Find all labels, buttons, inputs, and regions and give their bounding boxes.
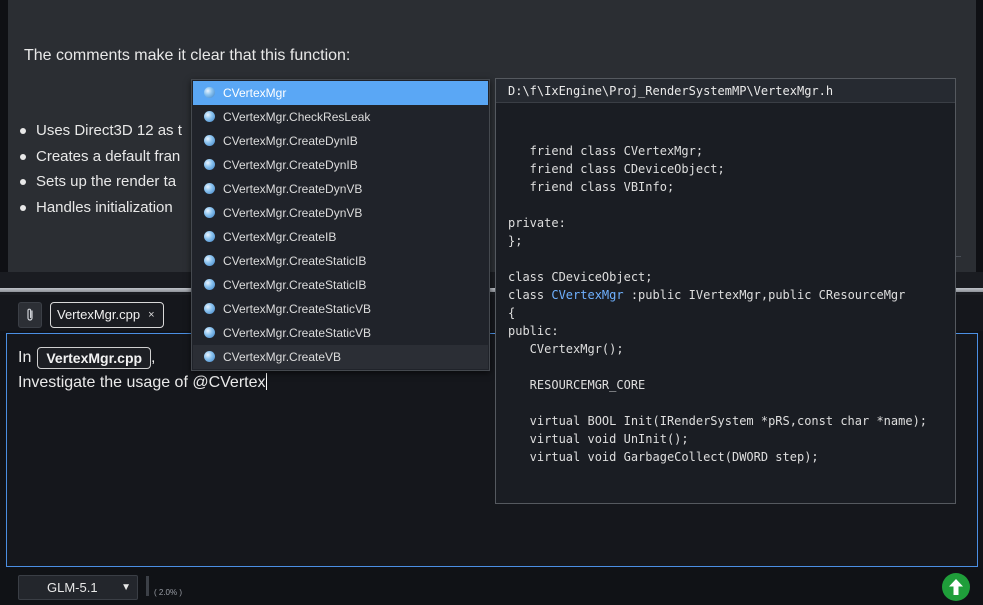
autocomplete-item[interactable]: CVertexMgr [193,81,488,105]
input-text: Investigate the usage of @CVertex [18,374,266,391]
autocomplete-item[interactable]: CVertexMgr.CreateStaticIB [193,273,488,297]
input-line-1: In VertexMgr.cpp , [18,347,156,369]
autocomplete-item[interactable]: CVertexMgr.CreateStaticIB [193,249,488,273]
attach-button[interactable] [18,302,42,328]
message-bullet-list: Uses Direct3D 12 as t Creates a default … [16,120,182,222]
code-line: class CVertexMgr :public IVertexMgr,publ… [508,288,906,302]
bullet-item: Creates a default fran [16,146,182,172]
autocomplete-item-label: CVertexMgr.CreateDynVB [223,182,363,196]
autocomplete-item-label: CVertexMgr.CreateStaticVB [223,326,372,340]
autocomplete-item[interactable]: CVertexMgr.CreateDynVB [193,201,488,225]
symbol-class-icon [204,303,215,314]
paperclip-icon [27,308,33,321]
code-line: class CDeviceObject; [508,270,653,284]
bullet-item: Handles initialization [16,197,182,223]
input-text: In [18,349,32,366]
code-line: friend class VBInfo; [508,180,675,194]
definition-preview: D:\f\IxEngine\Proj_RenderSystemMP\Vertex… [495,78,956,504]
code-line: virtual void UnInit(); [508,432,689,446]
code-line: RESOURCEMGR_CORE [508,378,646,392]
input-text: , [151,349,156,366]
code-line: virtual void GarbageCollect(DWORD step); [508,450,819,464]
code-line: friend class CDeviceObject; [508,162,725,176]
symbol-class-icon [204,327,215,338]
autocomplete-item-label: CVertexMgr.CreateDynVB [223,206,363,220]
symbol-class-icon [204,111,215,122]
code-line: friend class CVertexMgr; [508,144,704,158]
code-line: { [508,306,516,320]
symbol-class-icon [204,231,215,242]
close-icon[interactable]: × [148,303,154,327]
autocomplete-item[interactable]: CVertexMgr.CreateVB [193,345,488,369]
preview-code: friend class CVertexMgr; friend class CD… [508,142,927,466]
context-usage-bar [146,576,149,596]
autocomplete-item-label: CVertexMgr.CreateIB [223,230,337,244]
input-line-2: Investigate the usage of @CVertex [18,373,267,395]
code-line: virtual BOOL Init(IRenderSystem *pRS,con… [508,414,928,428]
message-intro-text: The comments make it clear that this fun… [24,47,351,64]
send-button[interactable] [942,573,970,601]
symbol-class-icon [204,351,215,362]
symbol-class-icon [204,255,215,266]
autocomplete-item-label: CVertexMgr.CheckResLeak [223,110,371,124]
autocomplete-list: CVertexMgr CVertexMgr.CheckResLeak CVertex… [191,79,490,371]
context-usage-text: ( 2.0% ) [154,588,183,597]
symbol-class-icon [204,159,215,170]
code-line: private: [508,216,566,230]
symbol-class-icon [204,207,215,218]
attached-file-chip[interactable]: VertexMgr.cpp × [50,302,164,328]
autocomplete-item[interactable]: CVertexMgr.CheckResLeak [193,105,488,129]
autocomplete-item[interactable]: CVertexMgr.CreateDynIB [193,153,488,177]
autocomplete-item-label: CVertexMgr.CreateStaticIB [223,278,367,292]
autocomplete-item-label: CVertexMgr.CreateDynIB [223,134,358,148]
model-select[interactable]: GLM-5.1 ▼ [18,575,138,600]
preview-file-path: D:\f\IxEngine\Proj_RenderSystemMP\Vertex… [496,79,955,103]
bullet-item: Uses Direct3D 12 as t [16,120,182,146]
attached-file-name: VertexMgr.cpp [57,307,141,322]
file-reference-pill[interactable]: VertexMgr.cpp [37,347,152,369]
symbol-class-icon [204,279,215,290]
code-line: CVertexMgr(); [508,342,624,356]
autocomplete-item[interactable]: CVertexMgr.CreateIB [193,225,488,249]
text-caret [265,373,267,390]
model-select-value: GLM-5.1 [47,580,98,595]
autocomplete-item-label: CVertexMgr [223,86,287,100]
symbol-class-icon [204,183,215,194]
autocomplete-item-label: CVertexMgr.CreateStaticVB [223,302,372,316]
symbol-class-icon [204,87,215,98]
highlighted-symbol: CVertexMgr [551,288,624,302]
chevron-down-icon: ▼ [121,582,131,593]
bullet-item: Sets up the render ta [16,171,182,197]
autocomplete-item-label: CVertexMgr.CreateStaticIB [223,254,367,268]
arrow-up-icon [949,579,963,595]
autocomplete-item-label: CVertexMgr.CreateDynIB [223,158,358,172]
autocomplete-item[interactable]: CVertexMgr.CreateStaticVB [193,297,488,321]
symbol-class-icon [204,135,215,146]
code-line: }; [508,234,523,248]
autocomplete-item[interactable]: CVertexMgr.CreateStaticVB [193,321,488,345]
autocomplete-item[interactable]: CVertexMgr.CreateDynIB [193,129,488,153]
code-line: public: [508,324,559,338]
autocomplete-item[interactable]: CVertexMgr.CreateDynVB [193,177,488,201]
autocomplete-item-label: CVertexMgr.CreateVB [223,350,342,364]
